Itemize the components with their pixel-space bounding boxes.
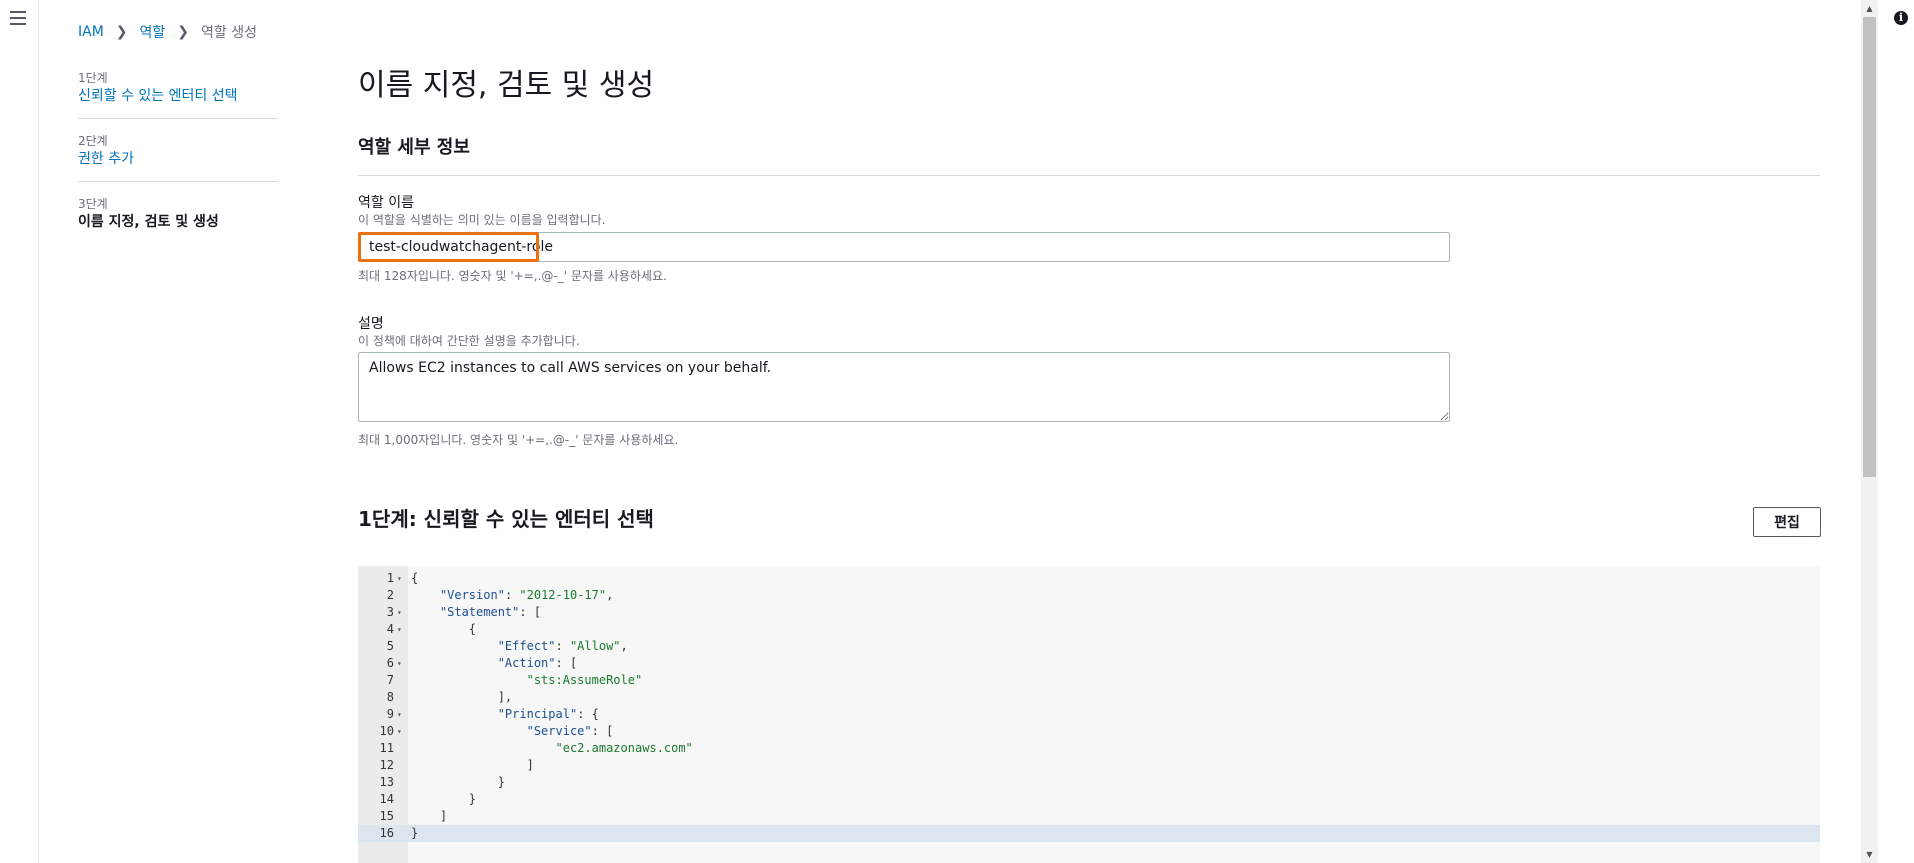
editor-line[interactable]: 6 ▾ "Action": [ (358, 655, 1820, 672)
description-constraint: 최대 1,000자입니다. 영숫자 및 '+=,.@-_' 문자를 사용하세요. (358, 433, 679, 447)
step-title-current: 이름 지정, 검토 및 생성 (78, 214, 219, 230)
code-text: "Statement": [ (439, 605, 542, 619)
code-text: } (411, 775, 505, 789)
scroll-down-arrow-icon[interactable]: ▼ (1861, 846, 1878, 863)
step-title-link[interactable]: 권한 추가 (78, 149, 278, 169)
fold-toggle-icon[interactable]: ▾ (397, 604, 402, 621)
code-text: "Version": "2012-10-17", (439, 588, 614, 602)
code-text: ] (411, 758, 534, 772)
line-number: 16 (379, 826, 394, 840)
step-number: 3단계 (78, 197, 108, 211)
editor-line[interactable]: 10 ▾ "Service": [ (358, 723, 1820, 740)
code-text: { (411, 571, 419, 585)
step-number: 1단계 (78, 71, 108, 85)
wizard-step-2[interactable]: 2단계 권한 추가 (78, 133, 278, 182)
line-number: 1 (386, 571, 394, 585)
info-icon[interactable]: i (1894, 11, 1908, 25)
line-number: 9 (386, 707, 394, 721)
section-divider (358, 175, 1820, 176)
chevron-right-icon: ❯ (177, 24, 190, 40)
editor-line[interactable]: 8 ], (358, 689, 1820, 706)
line-number: 6 (386, 656, 394, 670)
wizard-step-1[interactable]: 1단계 신뢰할 수 있는 엔터티 선택 (78, 70, 278, 119)
line-number: 11 (379, 741, 394, 755)
code-text: "Action": [ (497, 656, 578, 670)
line-number: 7 (386, 673, 394, 687)
code-text: { (411, 622, 477, 636)
line-number: 15 (379, 809, 394, 823)
editor-line[interactable]: 5 "Effect": "Allow", (358, 638, 1820, 655)
code-text: } (411, 792, 477, 806)
fold-toggle-icon[interactable]: ▾ (397, 570, 402, 587)
line-number: 12 (379, 758, 394, 772)
step-number: 2단계 (78, 134, 108, 148)
code-text: ], (411, 690, 513, 704)
trust-policy-editor[interactable]: 1 ▾{2 "Version": "2012-10-17", 3 ▾ "Stateme… (358, 566, 1820, 863)
wizard-steps: 1단계 신뢰할 수 있는 엔터티 선택 2단계 권한 추가 3단계 이름 지정,… (78, 70, 278, 258)
step-title-link[interactable]: 신뢰할 수 있는 엔터티 선택 (78, 86, 278, 106)
line-number: 5 (386, 639, 394, 653)
edit-button[interactable]: 편집 (1753, 507, 1821, 537)
line-number: 10 (379, 724, 394, 738)
side-nav-rail (0, 0, 39, 863)
editor-line[interactable]: 12 ] (358, 757, 1820, 774)
code-text: "Principal": { (497, 707, 599, 721)
wizard-step-3: 3단계 이름 지정, 검토 및 생성 (78, 196, 278, 244)
description-label: 설명 (358, 316, 384, 332)
line-number: 8 (386, 690, 394, 704)
trusted-entities-title: 1단계: 신뢰할 수 있는 엔터티 선택 (358, 507, 654, 531)
role-name-constraint: 최대 128자입니다. 영숫자 및 '+=,.@-_' 문자를 사용하세요. (358, 269, 667, 283)
editor-line[interactable]: 13 } (358, 774, 1820, 791)
editor-line[interactable]: 2 "Version": "2012-10-17", (358, 587, 1820, 604)
role-name-input[interactable] (358, 232, 1450, 262)
breadcrumb-iam-link[interactable]: IAM (78, 24, 104, 40)
scroll-up-arrow-icon[interactable]: ▲ (1861, 0, 1878, 17)
chevron-right-icon: ❯ (115, 24, 128, 40)
code-text: "Effect": "Allow", (497, 639, 628, 653)
role-name-hint: 이 역할을 식별하는 의미 있는 이름을 입력합니다. (358, 213, 606, 227)
editor-line[interactable]: 3 ▾ "Statement": [ (358, 604, 1820, 621)
fold-toggle-icon[interactable]: ▾ (397, 655, 402, 672)
editor-line[interactable]: 14 } (358, 791, 1820, 808)
fold-toggle-icon[interactable]: ▾ (397, 723, 402, 740)
role-name-label: 역할 이름 (358, 195, 414, 211)
code-text: } (411, 826, 419, 840)
editor-line[interactable]: 15 ] (358, 808, 1820, 825)
help-panel-rail: i (1889, 0, 1914, 863)
editor-line[interactable]: 7 "sts:AssumeRole" (358, 672, 1820, 689)
section-title-role-details: 역할 세부 정보 (358, 137, 470, 158)
fold-toggle-icon[interactable]: ▾ (397, 706, 402, 723)
editor-line[interactable]: 9 ▾ "Principal": { (358, 706, 1820, 723)
editor-line[interactable]: 1 ▾ { (358, 570, 1820, 587)
editor-line[interactable]: 16} (358, 825, 1820, 842)
fold-toggle-icon[interactable]: ▾ (397, 621, 402, 638)
page-scrollbar[interactable]: ▲ ▼ (1861, 0, 1878, 863)
code-text: "sts:AssumeRole" (526, 673, 643, 687)
code-text: "Service": [ (526, 724, 614, 738)
line-number: 4 (386, 622, 394, 636)
line-number: 14 (379, 792, 394, 806)
breadcrumb-current: 역할 생성 (201, 25, 258, 41)
hamburger-menu-icon[interactable] (10, 11, 26, 25)
scrollbar-thumb[interactable] (1863, 17, 1876, 477)
description-textarea[interactable]: Allows EC2 instances to call AWS service… (358, 352, 1450, 422)
code-text: ] (411, 809, 448, 823)
breadcrumb-roles-link[interactable]: 역할 (140, 22, 166, 42)
breadcrumb: IAM ❯ 역할 ❯ 역할 생성 (78, 22, 257, 42)
code-text: "ec2.amazonaws.com" (555, 741, 693, 755)
editor-line[interactable]: 11 "ec2.amazonaws.com" (358, 740, 1820, 757)
line-number: 2 (386, 588, 394, 602)
page-title: 이름 지정, 검토 및 생성 (358, 68, 655, 103)
line-number: 3 (386, 605, 394, 619)
description-hint: 이 정책에 대하여 간단한 설명을 추가합니다. (358, 334, 580, 348)
line-number: 13 (379, 775, 394, 789)
editor-line[interactable]: 4 ▾ { (358, 621, 1820, 638)
